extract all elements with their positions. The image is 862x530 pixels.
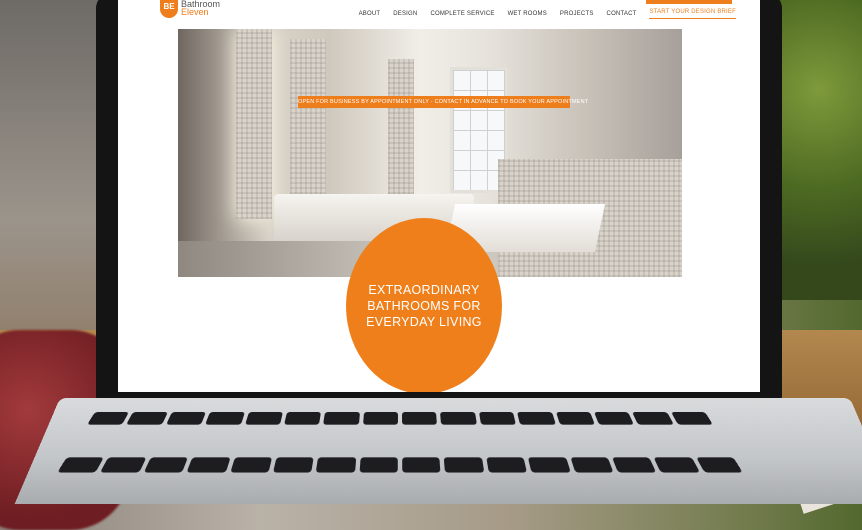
- key: [100, 457, 147, 473]
- key: [244, 412, 283, 425]
- key: [569, 457, 614, 473]
- nav-item-contact[interactable]: CONTACT: [607, 11, 637, 17]
- tagline-line2: BATHROOMS FOR: [367, 299, 481, 313]
- key: [632, 412, 674, 425]
- key: [670, 412, 713, 425]
- tagline-line1: EXTRAORDINARY: [368, 283, 480, 297]
- nav-item-about[interactable]: ABOUT: [359, 11, 381, 17]
- key: [165, 412, 207, 425]
- key: [87, 412, 130, 425]
- appointment-banner[interactable]: OPEN FOR BUSINESS BY APPOINTMENT ONLY - …: [298, 96, 588, 108]
- key: [402, 457, 441, 473]
- laptop-screen: BE Bathroom Eleven ABOUT DESIGN COMPLETE…: [118, 0, 760, 392]
- key: [323, 412, 360, 425]
- header-accent-bar: [646, 0, 732, 4]
- key: [486, 457, 528, 473]
- key: [186, 457, 231, 473]
- main-nav: ABOUT DESIGN COMPLETE SERVICE WET ROOMS …: [359, 9, 736, 19]
- key: [653, 457, 700, 473]
- key: [57, 457, 105, 473]
- key: [555, 412, 595, 425]
- key: [402, 412, 438, 425]
- key: [126, 412, 168, 425]
- key: [593, 412, 635, 425]
- nav-item-design[interactable]: DESIGN: [393, 11, 417, 17]
- logo-text: Bathroom Eleven: [181, 0, 220, 17]
- key: [272, 457, 314, 473]
- site-logo[interactable]: BE Bathroom Eleven: [160, 0, 220, 18]
- key: [478, 412, 517, 425]
- mosaic-column: [290, 39, 326, 219]
- nav-item-wet-rooms[interactable]: WET ROOMS: [508, 11, 547, 17]
- logo-line2: Eleven: [181, 7, 209, 17]
- key: [229, 457, 273, 473]
- key: [517, 412, 556, 425]
- key: [359, 457, 398, 473]
- key: [315, 457, 356, 473]
- key: [444, 457, 485, 473]
- tagline-circle: EXTRAORDINARY BATHROOMS FOR EVERYDAY LIV…: [346, 218, 502, 392]
- nav-item-complete-service[interactable]: COMPLETE SERVICE: [430, 11, 494, 17]
- key: [440, 412, 477, 425]
- key: [362, 412, 398, 425]
- logo-mark: BE: [160, 0, 178, 18]
- key: [283, 412, 322, 425]
- design-brief-link[interactable]: START YOUR DESIGN BRIEF: [649, 9, 736, 19]
- nav-item-projects[interactable]: PROJECTS: [560, 11, 594, 17]
- key: [611, 457, 657, 473]
- key: [527, 457, 571, 473]
- tagline-line3: EVERYDAY LIVING: [366, 315, 482, 329]
- laptop-keyboard: [36, 412, 764, 507]
- key: [143, 457, 189, 473]
- mosaic-column: [236, 29, 272, 219]
- key: [205, 412, 245, 425]
- site-header: BE Bathroom Eleven ABOUT DESIGN COMPLETE…: [118, 0, 760, 28]
